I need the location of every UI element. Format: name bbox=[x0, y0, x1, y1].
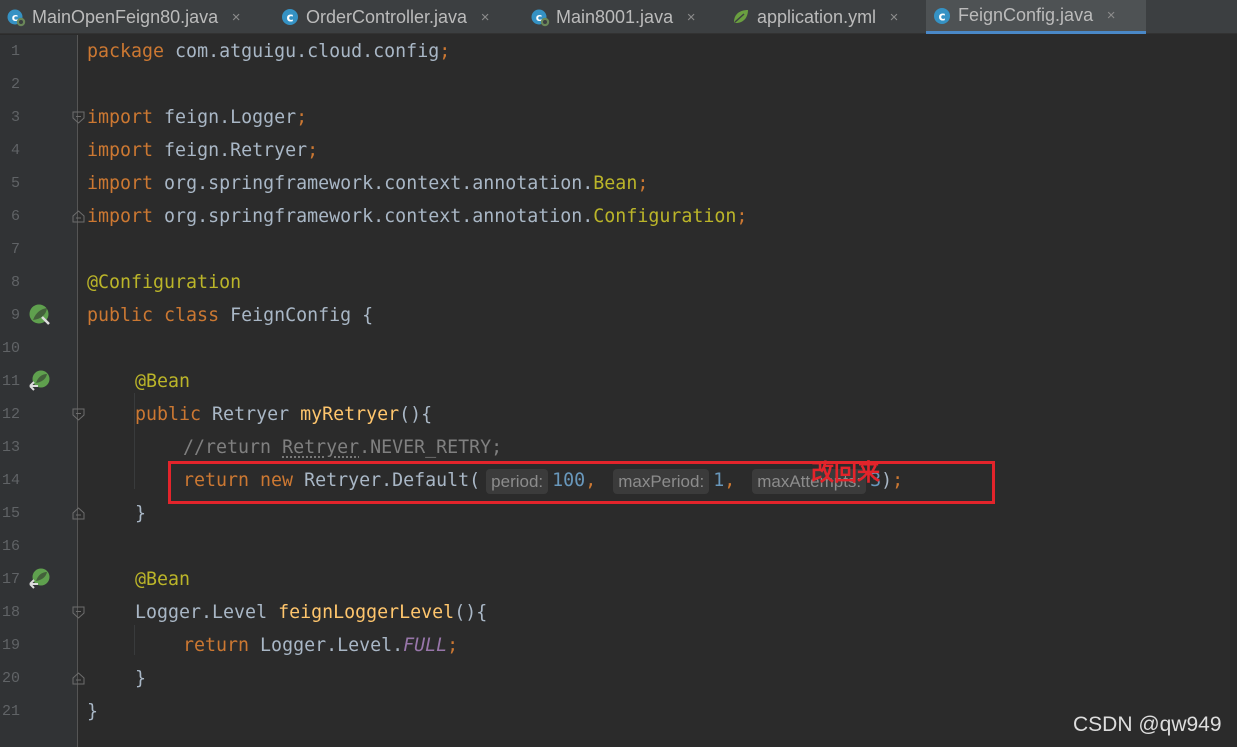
code-line: 4 import feign.Retryer; bbox=[0, 134, 1237, 167]
code-line: 8 @Configuration bbox=[0, 266, 1237, 299]
code-line: 21 } bbox=[0, 695, 1237, 728]
code-line: 12 public Retryer myRetryer(){ bbox=[0, 398, 1237, 431]
close-icon[interactable]: × bbox=[886, 9, 902, 26]
line-number: 3 bbox=[10, 109, 20, 126]
code-text: import org.springframework.context.annot… bbox=[87, 173, 649, 194]
line-number: 16 bbox=[1, 538, 20, 555]
line-number: 7 bbox=[10, 241, 20, 258]
tab-main8001[interactable]: c Main8001.java × bbox=[524, 0, 723, 34]
code-line: 17 @Bean bbox=[0, 563, 1237, 596]
code-text: import org.springframework.context.annot… bbox=[87, 206, 748, 227]
java-class-icon: c bbox=[932, 6, 952, 26]
fold-close-icon[interactable] bbox=[72, 672, 85, 685]
line-number: 21 bbox=[1, 703, 20, 720]
line-number: 20 bbox=[1, 670, 20, 687]
code-editor[interactable]: 1 package com.atguigu.cloud.config; 2 3 … bbox=[0, 35, 1237, 747]
code-line: 10 bbox=[0, 332, 1237, 365]
code-text: @Bean bbox=[135, 569, 191, 590]
code-text: } bbox=[135, 668, 147, 689]
line-number: 5 bbox=[10, 175, 20, 192]
code-line: 7 bbox=[0, 233, 1237, 266]
code-text: Logger.Level feignLoggerLevel(){ bbox=[135, 602, 488, 623]
close-icon[interactable]: × bbox=[1103, 7, 1119, 24]
editor-tab-bar: c MainOpenFeign80.java × c OrderControll… bbox=[0, 0, 1237, 34]
line-number: 6 bbox=[10, 208, 20, 225]
tab-label: FeignConfig.java bbox=[958, 5, 1094, 25]
close-icon[interactable]: × bbox=[683, 9, 699, 26]
line-number: 14 bbox=[1, 472, 20, 489]
code-text: } bbox=[87, 701, 99, 722]
tab-feignconfig[interactable]: c FeignConfig.java × bbox=[926, 0, 1146, 34]
line-number: 11 bbox=[1, 373, 20, 390]
code-text: @Bean bbox=[135, 371, 191, 392]
code-line: 1 package com.atguigu.cloud.config; bbox=[0, 35, 1237, 68]
code-line: 13 //return Retryer.NEVER_RETRY; bbox=[0, 431, 1237, 464]
code-text: public Retryer myRetryer(){ bbox=[135, 404, 433, 425]
fold-close-icon[interactable] bbox=[72, 507, 85, 520]
java-class-icon: c bbox=[280, 7, 300, 27]
tab-application-yml[interactable]: application.yml × bbox=[725, 0, 925, 34]
spring-bean-navigate-icon[interactable] bbox=[28, 567, 52, 591]
code-text: } bbox=[135, 503, 147, 524]
fold-open-icon[interactable] bbox=[72, 606, 85, 619]
spring-boot-class-icon: c bbox=[6, 7, 26, 27]
watermark: CSDN @qw949 bbox=[1073, 713, 1222, 736]
line-number: 15 bbox=[1, 505, 20, 522]
line-number: 8 bbox=[10, 274, 20, 291]
line-number: 4 bbox=[10, 142, 20, 159]
tab-label: MainOpenFeign80.java bbox=[32, 6, 219, 27]
tab-mainopenfeign80[interactable]: c MainOpenFeign80.java × bbox=[0, 0, 270, 34]
code-line: 2 bbox=[0, 68, 1237, 101]
tab-label: OrderController.java bbox=[306, 6, 468, 27]
spring-bean-navigate-icon[interactable] bbox=[28, 369, 52, 393]
svg-text:c: c bbox=[286, 11, 293, 25]
line-number: 12 bbox=[1, 406, 20, 423]
code-text: @Configuration bbox=[87, 272, 242, 293]
tab-label: application.yml bbox=[757, 6, 877, 27]
code-line: 6 import org.springframework.context.ann… bbox=[0, 200, 1237, 233]
line-number: 18 bbox=[1, 604, 20, 621]
fold-open-icon[interactable] bbox=[72, 111, 85, 124]
code-text: import feign.Retryer; bbox=[87, 140, 319, 161]
line-number: 13 bbox=[1, 439, 20, 456]
code-text: package com.atguigu.cloud.config; bbox=[87, 41, 451, 62]
code-text: import feign.Logger; bbox=[87, 107, 308, 128]
code-comment: //return Retryer.NEVER_RETRY; bbox=[183, 437, 503, 458]
spring-config-file-icon bbox=[731, 7, 751, 27]
code-text: public class FeignConfig { bbox=[87, 305, 374, 326]
code-line: 11 @Bean bbox=[0, 365, 1237, 398]
fold-open-icon[interactable] bbox=[72, 408, 85, 421]
tab-ordercontroller[interactable]: c OrderController.java × bbox=[274, 0, 520, 34]
code-text: return Logger.Level.FULL; bbox=[183, 635, 459, 656]
close-icon[interactable]: × bbox=[228, 9, 244, 26]
code-line: 5 import org.springframework.context.ann… bbox=[0, 167, 1237, 200]
code-line: 19 return Logger.Level.FULL; bbox=[0, 629, 1237, 662]
line-number: 17 bbox=[1, 571, 20, 588]
line-number: 10 bbox=[1, 340, 20, 357]
code-line: 16 bbox=[0, 530, 1237, 563]
tab-label: Main8001.java bbox=[556, 6, 674, 27]
line-number: 2 bbox=[10, 76, 20, 93]
code-line: 9 public class FeignConfig { bbox=[0, 299, 1237, 332]
code-line: 20 } bbox=[0, 662, 1237, 695]
svg-text:c: c bbox=[938, 9, 945, 23]
code-line: 18 Logger.Level feignLoggerLevel(){ bbox=[0, 596, 1237, 629]
close-icon[interactable]: × bbox=[477, 9, 493, 26]
line-number: 1 bbox=[10, 43, 20, 60]
spring-bean-class-icon[interactable] bbox=[28, 303, 52, 327]
line-number: 19 bbox=[1, 637, 20, 654]
code-line: 3 import feign.Logger; bbox=[0, 101, 1237, 134]
fold-close-icon[interactable] bbox=[72, 210, 85, 223]
spring-boot-class-icon: c bbox=[530, 7, 550, 27]
annotation-label: 改回来 bbox=[811, 460, 880, 486]
line-number: 9 bbox=[10, 307, 20, 324]
